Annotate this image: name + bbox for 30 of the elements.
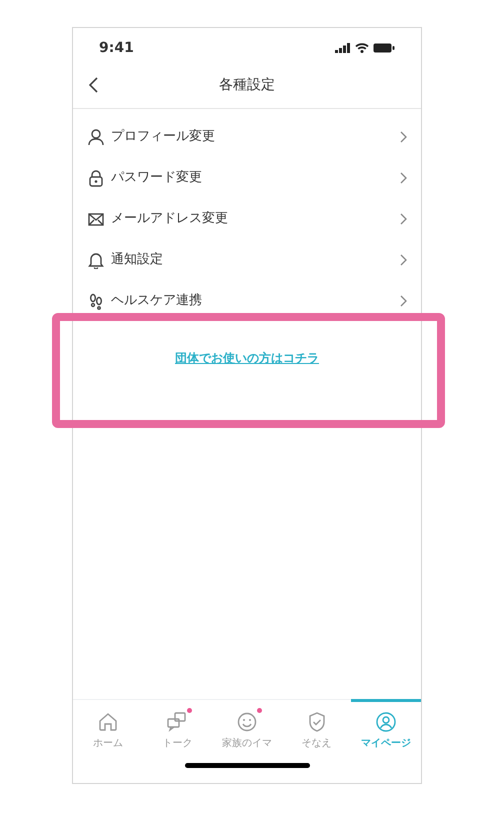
lock-icon — [87, 168, 105, 186]
menu-item[interactable]: メールアドレス変更 — [73, 198, 421, 239]
menu-item[interactable]: ヘルスケア連携 — [73, 280, 421, 321]
tab[interactable]: 家族のイマ — [212, 700, 282, 755]
tab[interactable]: ホーム — [73, 700, 143, 755]
status-time: 9:41 — [99, 38, 134, 58]
menu-item[interactable]: 通知設定 — [73, 239, 421, 280]
footprints-icon — [87, 292, 105, 310]
user-circle-icon — [375, 711, 398, 733]
chevron-icon — [400, 130, 407, 142]
chevron-icon — [400, 172, 407, 184]
screen-title: 各種設定 — [219, 76, 275, 94]
wifi-icon — [355, 43, 369, 53]
group-link[interactable]: 団体でお使いの方はコチラ — [175, 349, 319, 367]
tab[interactable]: マイページ — [351, 699, 421, 755]
tab[interactable]: トーク — [142, 700, 212, 755]
signal-icon — [335, 43, 351, 53]
menu-item[interactable]: プロフィール変更 — [73, 116, 421, 157]
tab[interactable]: そなえ — [282, 700, 352, 755]
bell-icon — [87, 250, 105, 268]
smiley-icon — [236, 711, 258, 733]
menu-item[interactable]: パスワード変更 — [73, 157, 421, 198]
chevron-icon — [400, 294, 407, 306]
chevron-icon — [400, 212, 407, 224]
person-icon — [87, 128, 105, 146]
back-icon[interactable] — [89, 77, 98, 93]
chat-bubbles-icon — [166, 711, 188, 733]
chevron-icon — [400, 254, 407, 266]
home-icon — [96, 711, 119, 733]
battery-icon — [373, 43, 395, 53]
